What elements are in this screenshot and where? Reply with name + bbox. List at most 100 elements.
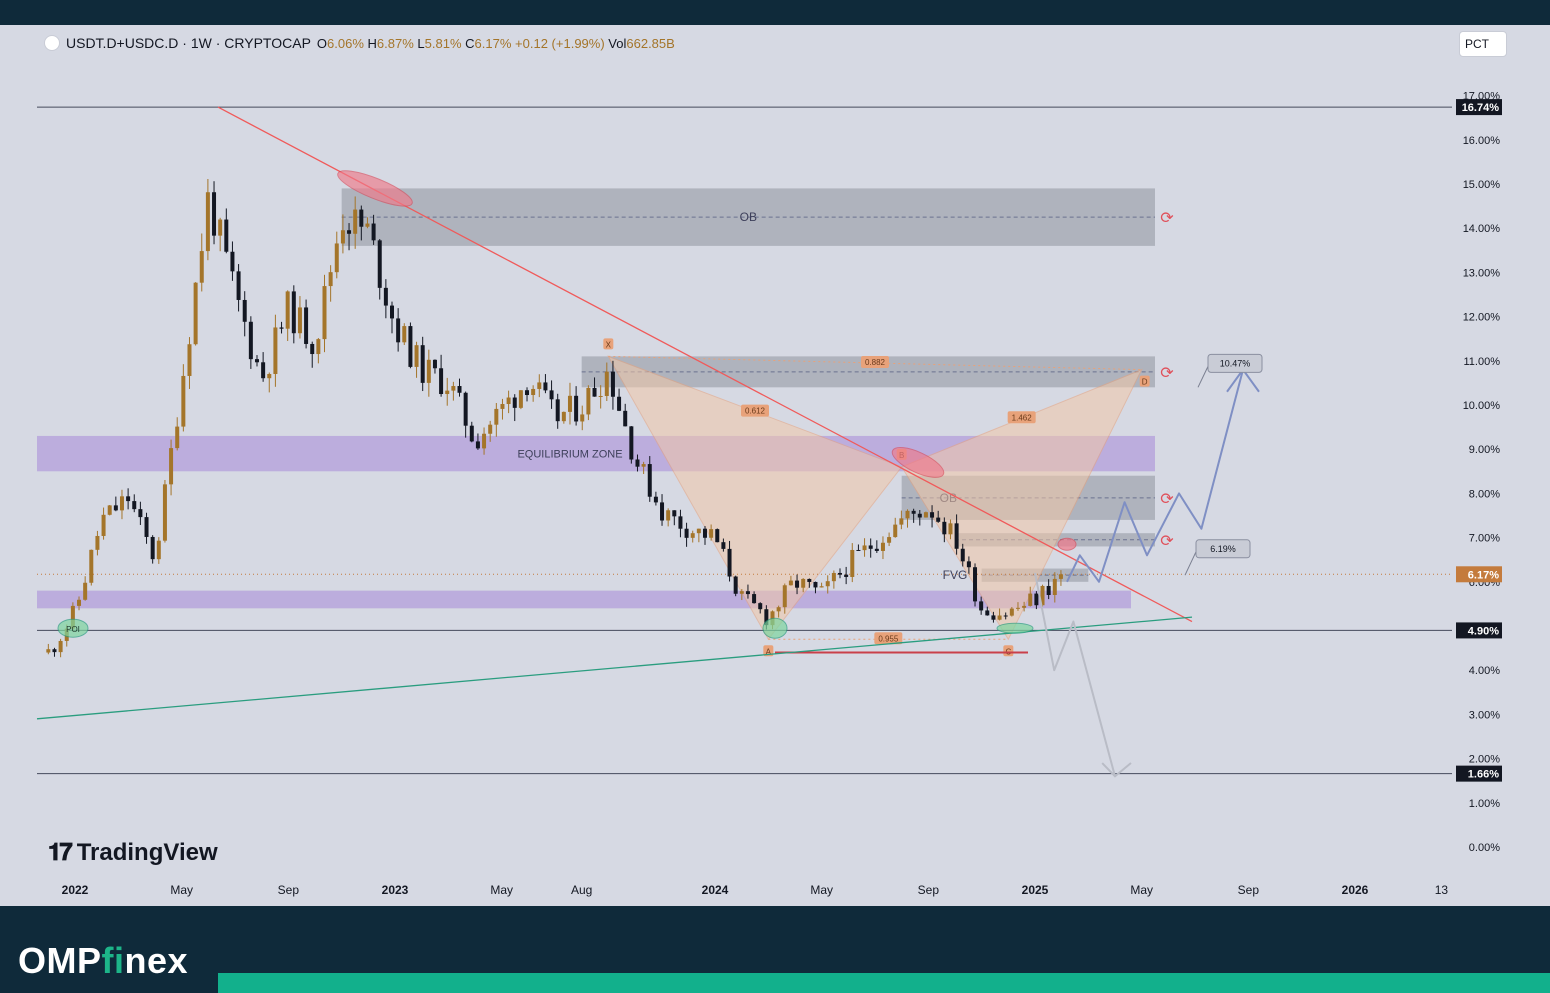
candle-up: [1022, 605, 1027, 608]
candle-up: [199, 251, 204, 283]
candle-up: [482, 433, 487, 449]
x-tick-label: 2026: [1342, 883, 1369, 897]
candle-down: [838, 572, 843, 575]
footer-accent-bar: [218, 973, 1550, 993]
y-tick-label: 7.00%: [1469, 533, 1500, 545]
touch-ellipse: [1057, 537, 1077, 551]
y-tick-label: 15.00%: [1463, 179, 1501, 191]
candle-up: [580, 414, 585, 422]
symbol-title[interactable]: USDT.D+USDC.D · 1W · CRYPTOCAP: [66, 35, 311, 51]
candle-down: [930, 512, 935, 518]
candle-down: [1003, 615, 1008, 617]
x-tick-label: 2023: [382, 883, 409, 897]
candle-down: [310, 343, 315, 355]
y-tick-label: 3.00%: [1469, 709, 1500, 721]
y-tick-label: 9.00%: [1469, 444, 1500, 456]
candle-down: [1046, 585, 1051, 595]
candle-up: [690, 533, 695, 538]
candle-down: [702, 528, 707, 538]
target-callout-pointer: [1197, 366, 1209, 388]
candle-up: [905, 510, 910, 519]
x-tick-label: May: [490, 883, 513, 897]
candle-up: [604, 371, 609, 396]
candle-up: [494, 408, 499, 425]
candle-down: [261, 362, 266, 379]
candle-up: [518, 390, 523, 408]
candle-down: [543, 382, 548, 391]
candle-up: [414, 345, 419, 367]
candle-down: [973, 567, 978, 602]
candle-up: [641, 464, 646, 467]
harmonic-ratio-label: 1.462: [1012, 413, 1033, 422]
candle-down: [745, 591, 750, 595]
candle-up: [862, 545, 867, 551]
candle-down: [512, 397, 517, 408]
candle-down: [807, 578, 812, 582]
candle-up: [531, 388, 536, 396]
candle-down: [660, 502, 665, 521]
chart-area[interactable]: EQUILIBRIUM ZONEOB⟳⟳OB⟳⟳FVG XABCD0.6121.…: [0, 25, 1550, 906]
chart-canvas[interactable]: EQUILIBRIUM ZONEOB⟳⟳OB⟳⟳FVG XABCD0.6121.…: [0, 25, 1550, 906]
tradingview-watermark: 𝟏𝟕 TradingView: [48, 839, 218, 867]
zone-label: EQUILIBRIUM ZONE: [517, 449, 622, 461]
candle-up: [83, 582, 88, 600]
candle-down: [236, 271, 241, 300]
candle-down: [439, 368, 444, 395]
candle-down: [917, 513, 922, 518]
tradingview-wordmark: TradingView: [76, 839, 218, 866]
candle-up: [77, 599, 82, 606]
candle-down: [868, 545, 873, 549]
candle-up: [95, 535, 100, 550]
poi-label: POI: [66, 625, 80, 634]
candle-up: [181, 375, 186, 427]
x-tick-label: May: [810, 883, 833, 897]
candle-up: [788, 580, 793, 586]
scale-mode-button[interactable]: PCT: [1459, 31, 1507, 57]
candle-up: [819, 586, 824, 588]
candle-up: [1052, 578, 1057, 595]
ohlc-readout: O6.06% H6.87% L5.81% C6.17% +0.12 (+1.99…: [316, 35, 675, 51]
candle-up: [297, 307, 302, 334]
y-tick-label: 11.00%: [1464, 356, 1501, 368]
candle-down: [979, 601, 984, 611]
candle-down: [132, 501, 137, 510]
candle-up: [89, 549, 94, 583]
candle-down: [954, 523, 959, 549]
candle-up: [353, 209, 358, 234]
y-tick-label: 10.00%: [1463, 400, 1501, 412]
y-tick-label: 16.00%: [1463, 135, 1501, 147]
candle-up: [1028, 593, 1033, 606]
candle-down: [525, 390, 530, 396]
price-label: 16.74%: [1462, 102, 1500, 114]
candle-down: [752, 594, 757, 604]
candle-down: [555, 399, 560, 422]
x-tick-label: Sep: [1238, 883, 1260, 897]
y-tick-label: 4.00%: [1469, 665, 1500, 677]
candle-down: [396, 318, 401, 343]
candle-up: [46, 649, 51, 653]
harmonic-ratio-label: 0.882: [865, 358, 886, 367]
candle-up: [831, 572, 836, 582]
x-tick-label: Sep: [918, 883, 940, 897]
candle-up: [218, 219, 223, 236]
candle-up: [187, 344, 192, 376]
brand-logo: OMPfinex: [18, 940, 189, 981]
candle-up: [923, 512, 928, 518]
harmonic-ratio-label: 0.612: [745, 407, 766, 416]
candle-down: [113, 505, 118, 511]
candle-up: [506, 397, 511, 405]
candle-down: [432, 359, 437, 369]
x-tick-label: 2022: [62, 883, 89, 897]
candle-down: [377, 240, 382, 288]
symbol-header: USDT.D+USDC.D · 1W · CRYPTOCAP O6.06% H6…: [44, 33, 675, 53]
candle-down: [291, 291, 296, 334]
y-tick-label: 2.00%: [1469, 754, 1500, 766]
candle-down: [549, 390, 554, 400]
candle-up: [997, 615, 1002, 620]
target-callout-label: 6.19%: [1210, 544, 1236, 554]
candle-up: [887, 537, 892, 543]
candle-up: [776, 607, 781, 612]
candle-up: [328, 272, 333, 287]
candle-up: [1015, 607, 1020, 609]
candle-up: [285, 291, 290, 329]
